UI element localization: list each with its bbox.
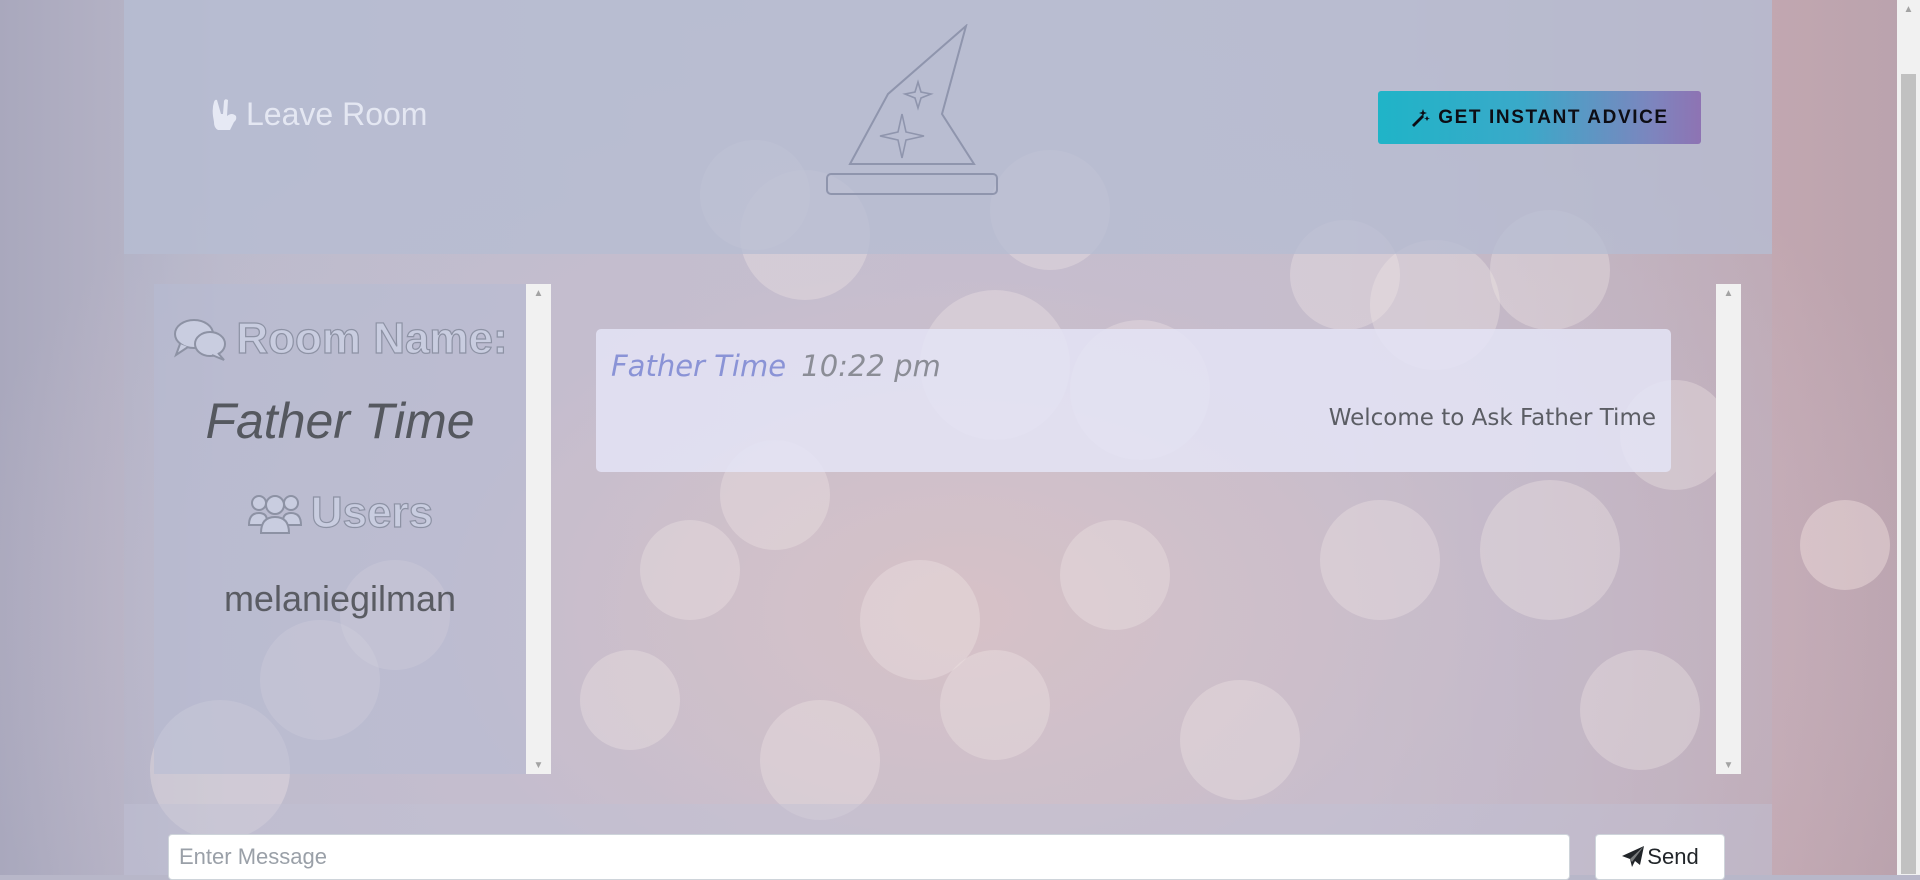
get-instant-advice-button[interactable]: GET INSTANT ADVICE [1378, 91, 1701, 144]
message-meta: Father Time 10:22 pm [611, 349, 941, 383]
room-name-label: Room Name: [236, 313, 509, 363]
page-scrollbar-thumb[interactable] [1901, 74, 1916, 874]
send-label: Send [1647, 844, 1699, 869]
scroll-down-arrow-icon[interactable]: ▼ [1716, 756, 1741, 774]
leave-room-label: Leave Room [246, 96, 428, 132]
scroll-up-arrow-icon[interactable]: ▲ [1897, 0, 1920, 18]
wizard-hat-icon [826, 24, 998, 195]
message-timestamp: 10:22 pm [801, 349, 941, 383]
leave-room-link[interactable]: Leave Room [210, 96, 427, 133]
room-sidebar: Room Name: Father Time Users melaniegilm… [154, 284, 526, 774]
scroll-down-arrow-icon[interactable]: ▼ [526, 756, 551, 774]
message-text: Welcome to Ask Father Time [1328, 405, 1656, 431]
sidebar-scrollbar[interactable]: ▲ ▼ [526, 284, 551, 774]
users-label: Users [310, 487, 434, 537]
scroll-up-arrow-icon[interactable]: ▲ [1716, 284, 1741, 302]
chat-message: Father Time 10:22 pm Welcome to Ask Fath… [596, 329, 1671, 472]
send-button[interactable]: Send [1595, 834, 1725, 880]
paper-plane-icon [1622, 846, 1645, 867]
message-input[interactable] [168, 834, 1570, 880]
scroll-up-arrow-icon[interactable]: ▲ [526, 284, 551, 302]
users-heading: Users [154, 487, 526, 538]
chat-scrollbar[interactable]: ▲ ▼ [1716, 284, 1741, 774]
hand-peace-icon [212, 98, 237, 130]
message-author: Father Time [611, 349, 787, 383]
room-name-value: Father Time [205, 393, 475, 449]
room-name-heading: Room Name: [154, 313, 526, 364]
user-list-item: melaniegilman [223, 578, 457, 619]
magic-wand-icon [1412, 108, 1431, 127]
page-scrollbar[interactable]: ▲ [1897, 0, 1920, 875]
comments-icon [174, 319, 227, 361]
users-icon [247, 495, 302, 534]
get-instant-advice-label: GET INSTANT ADVICE [1438, 106, 1669, 128]
